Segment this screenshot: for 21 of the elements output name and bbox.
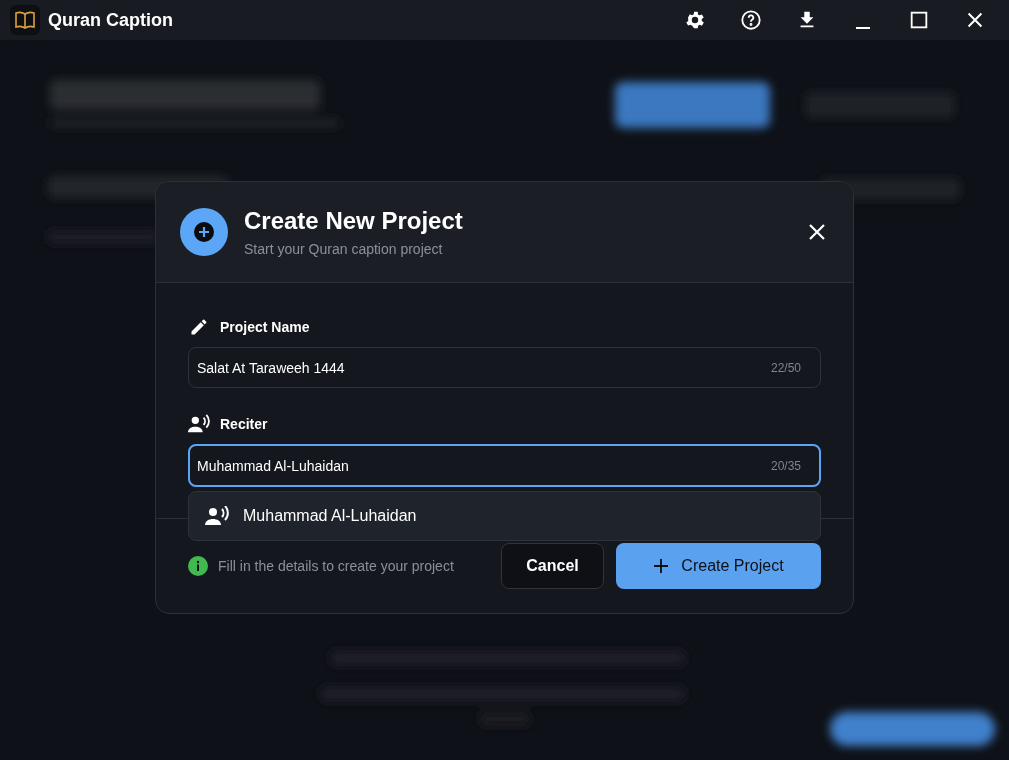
hint-text: Fill in the details to create your project	[218, 558, 454, 574]
dialog-title: Create New Project	[244, 207, 464, 235]
field-label: Reciter	[220, 416, 268, 432]
cancel-button[interactable]: Cancel	[501, 543, 604, 589]
plus-icon	[180, 208, 228, 256]
app-logo-icon	[10, 5, 40, 35]
speaking-person-icon	[188, 414, 210, 434]
suggestion-item[interactable]: Muhammad Al-Luhaidan	[189, 492, 820, 540]
info-icon	[188, 556, 208, 576]
settings-icon	[684, 9, 706, 31]
field-label: Project Name	[220, 319, 310, 335]
plus-icon	[653, 558, 670, 574]
dialog-subtitle: Start your Quran caption project	[244, 241, 444, 257]
help-icon	[740, 9, 762, 31]
speaking-person-icon	[205, 506, 229, 526]
character-counter: 22/50	[770, 360, 801, 375]
maximize-icon	[908, 9, 930, 31]
create-project-button[interactable]: Create Project	[616, 543, 821, 589]
character-counter: 20/35	[770, 458, 801, 473]
minimize-icon	[856, 27, 870, 29]
window-title: Quran Caption	[48, 9, 174, 31]
